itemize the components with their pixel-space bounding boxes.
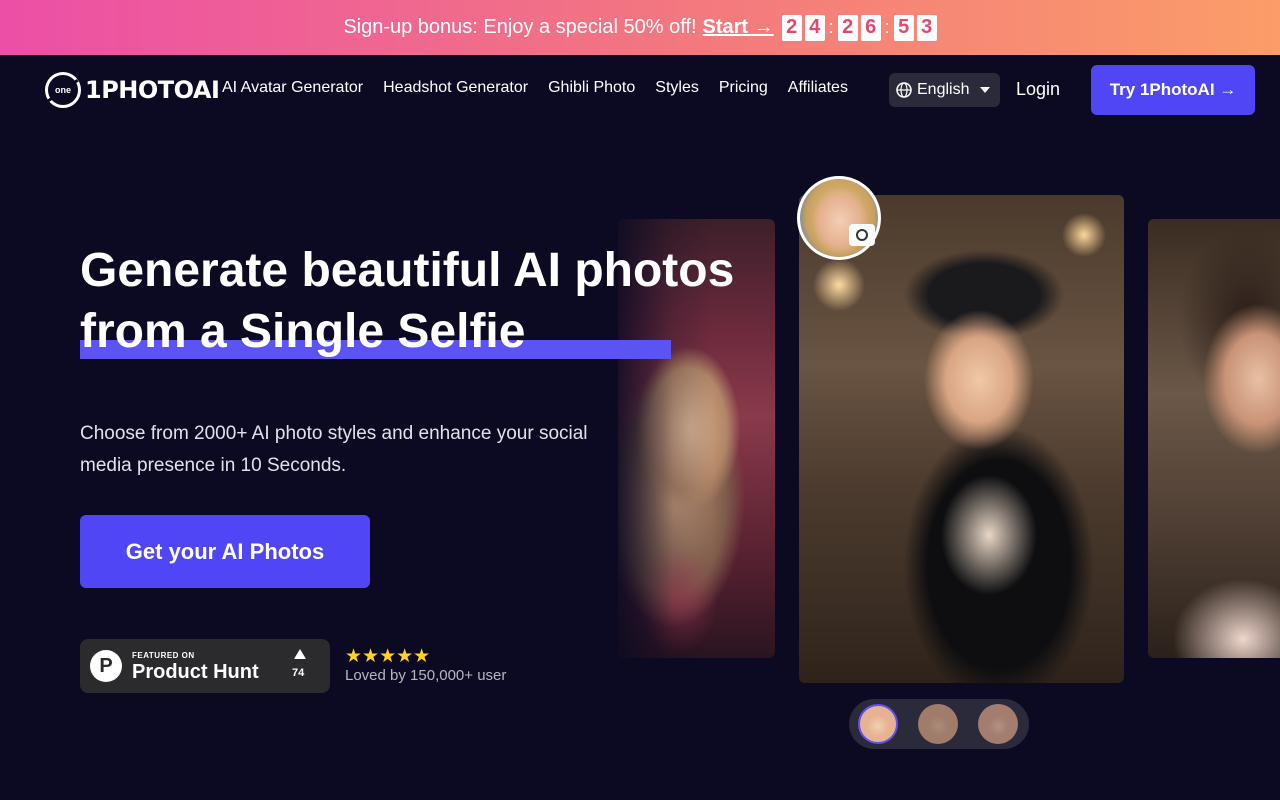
logo-text: 1PHOTOAI <box>85 76 220 104</box>
globe-icon <box>896 82 912 98</box>
hero-subtitle: Choose from 2000+ AI photo styles and en… <box>80 423 588 476</box>
countdown-digit: 5 <box>893 14 914 41</box>
avatar-thumb-1[interactable] <box>858 704 898 744</box>
nav-link-headshot-generator[interactable]: Headshot Generator <box>383 79 528 97</box>
login-link[interactable]: Login <box>1016 79 1060 100</box>
nav-link-ghibli-photo[interactable]: Ghibli Photo <box>548 79 635 97</box>
try-1photoai-button[interactable]: Try 1PhotoAI → <box>1091 65 1255 115</box>
countdown-digit: 3 <box>916 14 937 41</box>
upvote-count: 74 <box>292 667 305 679</box>
nav-link-affiliates[interactable]: Affiliates <box>788 79 848 97</box>
nav-links: AI Avatar Generator Headshot Generator G… <box>222 79 848 97</box>
product-hunt-badge[interactable]: P FEATURED ON Product Hunt 74 <box>80 639 330 693</box>
avatar-thumb-3[interactable] <box>978 704 1018 744</box>
top-nav: one 1PHOTOAI AI Avatar Generator Headsho… <box>0 55 1280 125</box>
get-ai-photos-button[interactable]: Get your AI Photos <box>80 515 370 588</box>
countdown-digit: 4 <box>804 14 825 41</box>
sample-photo-main <box>799 195 1124 683</box>
language-select[interactable]: English <box>889 73 1000 107</box>
nav-link-pricing[interactable]: Pricing <box>719 79 768 97</box>
loved-by-text: Loved by 150,000+ user <box>345 667 507 684</box>
logo-icon: one <box>45 72 81 108</box>
product-hunt-icon: P <box>90 650 122 682</box>
language-label: English <box>917 81 970 98</box>
chevron-down-icon <box>980 87 991 93</box>
camera-icon <box>849 224 875 246</box>
promo-start-link[interactable]: Start → <box>703 16 774 39</box>
countdown-digit: 2 <box>781 14 802 41</box>
promo-banner: Sign-up bonus: Enjoy a special 50% off! … <box>0 0 1280 55</box>
nav-link-styles[interactable]: Styles <box>655 79 699 97</box>
avatar-selector <box>849 699 1029 749</box>
product-hunt-featured: FEATURED ON <box>132 651 195 660</box>
countdown-timer: 2 4 : 2 6 : 5 3 <box>781 14 937 41</box>
sample-photo-right <box>1148 219 1280 658</box>
countdown-digit: 6 <box>860 14 881 41</box>
promo-text: Sign-up bonus: Enjoy a special 50% off! <box>343 16 697 38</box>
nav-link-ai-avatar-generator[interactable]: AI Avatar Generator <box>222 79 363 97</box>
rating-stars: ★★★★★ <box>345 646 431 667</box>
product-hunt-name: Product Hunt <box>132 661 259 683</box>
hero-title: Generate beautiful AI photos from a Sing… <box>80 240 780 362</box>
avatar-thumb-2[interactable] <box>918 704 958 744</box>
upvote-icon <box>294 649 306 659</box>
hero-title-line2: from a Single Selfie <box>80 305 526 358</box>
hero-title-line1: Generate beautiful AI photos <box>80 244 735 297</box>
logo[interactable]: one 1PHOTOAI <box>45 72 220 108</box>
countdown-digit: 2 <box>837 14 858 41</box>
selfie-avatar <box>797 176 881 260</box>
